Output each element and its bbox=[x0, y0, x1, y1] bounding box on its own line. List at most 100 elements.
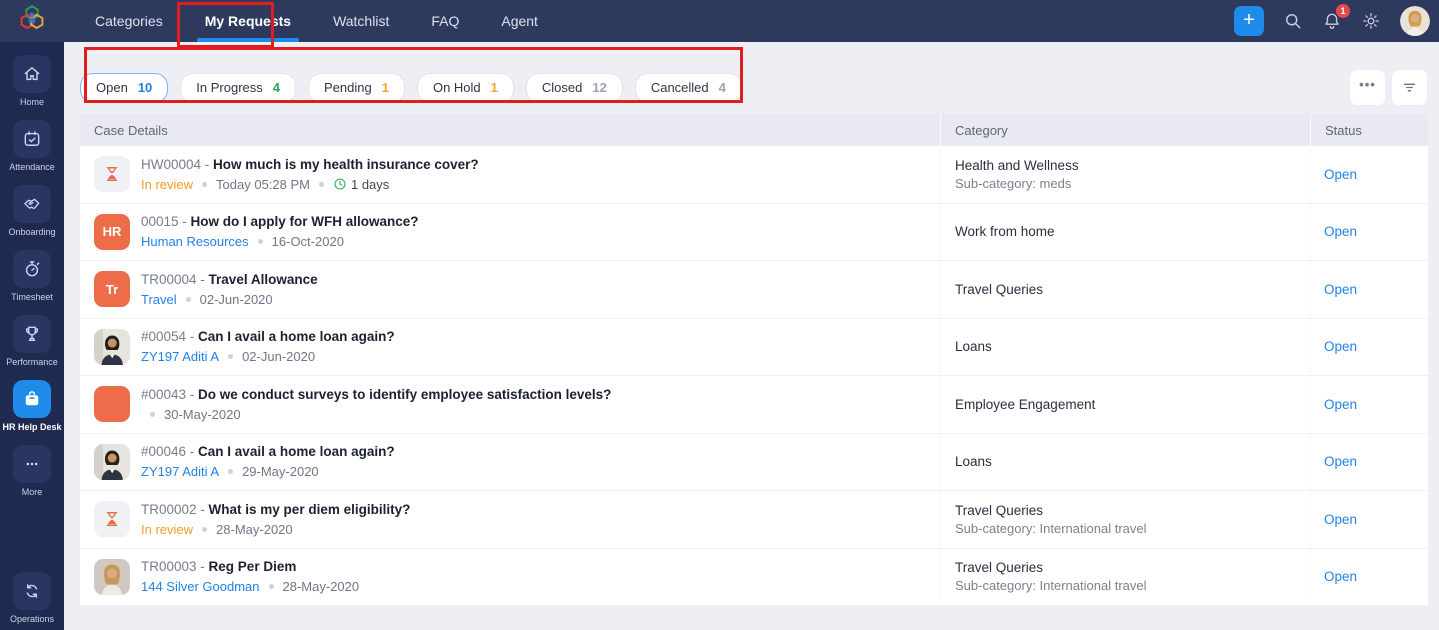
add-button[interactable]: + bbox=[1234, 6, 1264, 36]
case-title: What is my per diem eligibility? bbox=[209, 502, 411, 517]
notifications-button[interactable]: 1 bbox=[1322, 11, 1342, 31]
case-details-cell: TR00002 - What is my per diem eligibilit… bbox=[80, 491, 940, 548]
table-row[interactable]: TR00003 - Reg Per Diem 144 Silver Goodma… bbox=[80, 549, 1428, 607]
filter-button[interactable] bbox=[1391, 69, 1428, 106]
filter-chip-label: On Hold bbox=[433, 80, 481, 95]
status-link[interactable]: Open bbox=[1324, 339, 1357, 354]
case-details-cell: #00054 - Can I avail a home loan again? … bbox=[80, 319, 940, 376]
status-link[interactable]: Open bbox=[1324, 397, 1357, 412]
case-details-cell: #00043 - Do we conduct surveys to identi… bbox=[80, 376, 940, 433]
nav-tab-agent[interactable]: Agent bbox=[486, 0, 553, 42]
category: Loans bbox=[955, 454, 1310, 469]
settings-button[interactable] bbox=[1361, 11, 1381, 31]
nav-tab-watchlist[interactable]: Watchlist bbox=[318, 0, 404, 42]
case-meta-link[interactable]: In review bbox=[141, 177, 193, 192]
search-icon[interactable] bbox=[1283, 11, 1303, 31]
filter-chip-count: 1 bbox=[382, 80, 389, 95]
filter-chip-in-progress[interactable]: In Progress 4 bbox=[180, 73, 296, 103]
ellipsis-icon: ••• bbox=[1359, 77, 1376, 98]
subcategory: Sub-category: International travel bbox=[955, 578, 1310, 593]
sidebar-item-label: Timesheet bbox=[11, 292, 53, 302]
case-details-cell: Tr TR00004 - Travel Allowance Travel 02-… bbox=[80, 261, 940, 318]
status-cell: Open bbox=[1310, 549, 1428, 606]
category-cell: Loans bbox=[940, 319, 1310, 376]
case-meta-link[interactable]: Human Resources bbox=[141, 234, 249, 249]
column-header-category: Category bbox=[940, 114, 1310, 146]
main-content: Open 10 In Progress 4 Pending 1 On Hold … bbox=[64, 42, 1439, 630]
filter-chip-label: Closed bbox=[542, 80, 582, 95]
requester-avatar bbox=[94, 386, 130, 422]
more-icon bbox=[22, 454, 42, 474]
status-link[interactable]: Open bbox=[1324, 454, 1357, 469]
requester-avatar bbox=[94, 444, 130, 480]
filter-chip-on-hold[interactable]: On Hold 1 bbox=[417, 73, 514, 103]
app-logo[interactable] bbox=[0, 0, 64, 42]
sidebar-item-hr-help-desk[interactable]: HR Help Desk bbox=[0, 380, 64, 432]
list-actions: ••• bbox=[1349, 69, 1428, 106]
dot-separator bbox=[186, 297, 191, 302]
dot-separator bbox=[319, 182, 324, 187]
funnel-icon bbox=[1401, 79, 1418, 96]
status-cell: Open bbox=[1310, 261, 1428, 318]
category-cell: Work from home bbox=[940, 204, 1310, 261]
filter-chip-label: Pending bbox=[324, 80, 372, 95]
sidebar-item-operations[interactable]: Operations bbox=[0, 572, 64, 624]
sidebar-item-label: HR Help Desk bbox=[2, 422, 61, 432]
case-id: TR00002 - bbox=[141, 502, 209, 517]
table-row[interactable]: #00054 - Can I avail a home loan again? … bbox=[80, 319, 1428, 377]
case-meta-link[interactable]: ZY197 Aditi A bbox=[141, 464, 219, 479]
table-row[interactable]: TR00002 - What is my per diem eligibilit… bbox=[80, 491, 1428, 549]
plus-icon: + bbox=[1243, 10, 1255, 30]
status-cell: Open bbox=[1310, 204, 1428, 261]
filter-chip-closed[interactable]: Closed 12 bbox=[526, 73, 623, 103]
case-date: 30-May-2020 bbox=[164, 407, 241, 422]
table-row[interactable]: HR 00015 - How do I apply for WFH allowa… bbox=[80, 204, 1428, 262]
table-row[interactable]: #00046 - Can I avail a home loan again? … bbox=[80, 434, 1428, 492]
case-meta-link[interactable]: In review bbox=[141, 522, 193, 537]
category-cell: Loans bbox=[940, 434, 1310, 491]
status-link[interactable]: Open bbox=[1324, 167, 1357, 182]
requester-avatar bbox=[94, 559, 130, 595]
case-meta-link[interactable]: ZY197 Aditi A bbox=[141, 349, 219, 364]
case-date: 02-Jun-2020 bbox=[200, 292, 273, 307]
user-avatar[interactable] bbox=[1400, 6, 1430, 36]
status-link[interactable]: Open bbox=[1324, 224, 1357, 239]
case-meta-link[interactable]: 144 Silver Goodman bbox=[141, 579, 260, 594]
status-link[interactable]: Open bbox=[1324, 282, 1357, 297]
filter-chip-pending[interactable]: Pending 1 bbox=[308, 73, 405, 103]
top-navigation: Categories My Requests Watchlist FAQ Agent bbox=[74, 0, 559, 42]
sidebar-item-label: More bbox=[22, 487, 43, 497]
nav-tab-faq[interactable]: FAQ bbox=[416, 0, 474, 42]
filter-chip-cancelled[interactable]: Cancelled 4 bbox=[635, 73, 742, 103]
case-title: Can I avail a home loan again? bbox=[198, 329, 395, 344]
sidebar-item-performance[interactable]: Performance bbox=[0, 315, 64, 367]
table-row[interactable]: #00043 - Do we conduct surveys to identi… bbox=[80, 376, 1428, 434]
sidebar-item-timesheet[interactable]: Timesheet bbox=[0, 250, 64, 302]
requester-avatar bbox=[94, 329, 130, 365]
more-options-button[interactable]: ••• bbox=[1349, 69, 1386, 106]
dot-separator bbox=[269, 584, 274, 589]
nav-tab-categories[interactable]: Categories bbox=[80, 0, 178, 42]
case-title: Travel Allowance bbox=[209, 272, 318, 287]
column-header-case-details: Case Details bbox=[80, 114, 940, 146]
filter-chip-open[interactable]: Open 10 bbox=[80, 73, 168, 103]
table-row[interactable]: HW00004 - How much is my health insuranc… bbox=[80, 146, 1428, 204]
sidebar-item-onboarding[interactable]: Onboarding bbox=[0, 185, 64, 237]
performance-icon bbox=[22, 324, 42, 344]
nav-tab-my-requests[interactable]: My Requests bbox=[190, 0, 306, 42]
status-link[interactable]: Open bbox=[1324, 512, 1357, 527]
zoho-people-logo-icon bbox=[15, 2, 49, 41]
topbar: Categories My Requests Watchlist FAQ Agent +… bbox=[64, 0, 1439, 42]
table-row[interactable]: Tr TR00004 - Travel Allowance Travel 02-… bbox=[80, 261, 1428, 319]
subcategory: Sub-category: International travel bbox=[955, 521, 1310, 536]
case-meta-link[interactable]: Travel bbox=[141, 292, 177, 307]
sidebar-item-attendance[interactable]: Attendance bbox=[0, 120, 64, 172]
case-details-cell: #00046 - Can I avail a home loan again? … bbox=[80, 434, 940, 491]
sidebar-item-home[interactable]: Home bbox=[0, 55, 64, 107]
requester-avatar bbox=[94, 501, 130, 537]
sidebar: Home Attendance Onboarding Timesheet Per… bbox=[0, 0, 64, 630]
sidebar-item-more[interactable]: More bbox=[0, 445, 64, 497]
status-link[interactable]: Open bbox=[1324, 569, 1357, 584]
case-id: #00046 - bbox=[141, 444, 198, 459]
category-cell: Employee Engagement bbox=[940, 376, 1310, 433]
